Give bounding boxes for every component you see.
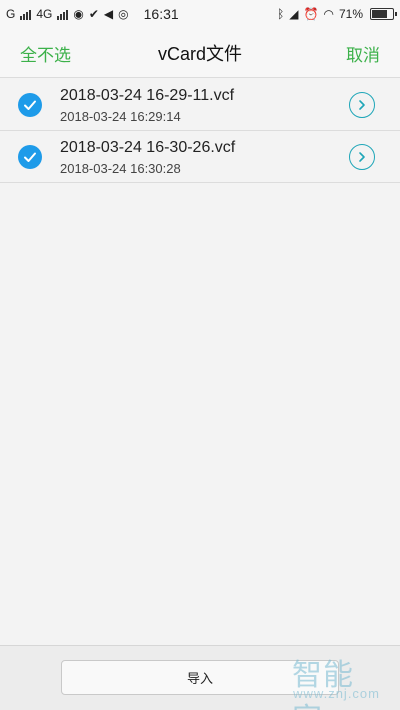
checkmark-icon <box>24 100 36 110</box>
check-badge-icon: ✔ <box>88 7 99 21</box>
file-list: 2018-03-24 16-29-11.vcf 2018-03-24 16:29… <box>0 79 400 183</box>
weibo-icon: ◉ <box>73 7 84 21</box>
checked-checkbox[interactable] <box>18 93 42 117</box>
mute-icon: ◢ <box>289 7 299 21</box>
signal-icon <box>20 9 32 20</box>
status-right: ᛒ ◢ ⏰ ◠ 71% <box>277 7 397 21</box>
chevron-right-icon[interactable] <box>349 92 375 118</box>
watermark-url: www.znj.com <box>293 686 380 701</box>
deselect-all-button[interactable]: 全不选 <box>20 28 71 78</box>
chevron-right-icon[interactable] <box>349 144 375 170</box>
signal-icon-2 <box>57 9 69 20</box>
file-name: 2018-03-24 16-29-11.vcf <box>60 87 235 104</box>
battery-percent: 71% <box>338 7 363 21</box>
bluetooth-icon: ᛒ <box>277 7 285 21</box>
carrier-label-1: G <box>6 7 16 21</box>
list-item[interactable]: 2018-03-24 16-30-26.vcf 2018-03-24 16:30… <box>0 131 400 183</box>
wifi-icon: ◠ <box>323 7 334 21</box>
watermark: 智能家 www.znj.com <box>292 650 392 710</box>
app-notification-icon: ◎ <box>118 7 129 21</box>
status-bar: G 4G ◉ ✔ ◀ ◎ 16:31 ᛒ ◢ ⏰ ◠ 71% <box>0 0 400 28</box>
list-item[interactable]: 2018-03-24 16-29-11.vcf 2018-03-24 16:29… <box>0 79 400 131</box>
carrier-label-2: 4G <box>36 7 53 21</box>
alarm-icon: ⏰ <box>303 7 319 21</box>
file-date: 2018-03-24 16:29:14 <box>60 109 181 124</box>
file-date: 2018-03-24 16:30:28 <box>60 161 181 176</box>
file-info: 2018-03-24 16-29-11.vcf 2018-03-24 16:29… <box>60 86 234 126</box>
volume-icon: ◀ <box>103 7 114 21</box>
file-info: 2018-03-24 16-30-26.vcf 2018-03-24 16:30… <box>60 138 235 178</box>
file-name: 2018-03-24 16-30-26.vcf <box>60 139 236 156</box>
checked-checkbox[interactable] <box>18 145 42 169</box>
status-left: G 4G ◉ ✔ ◀ ◎ 16:31 <box>6 6 179 22</box>
header: 全不选 vCard文件 取消 <box>0 28 400 78</box>
page-title: vCard文件 <box>157 43 242 64</box>
checkmark-icon <box>24 152 36 162</box>
watermark-logo-text: 智能家 <box>292 659 354 710</box>
battery-icon <box>370 8 397 20</box>
status-time: 16:31 <box>143 6 179 22</box>
cancel-button[interactable]: 取消 <box>346 28 380 78</box>
